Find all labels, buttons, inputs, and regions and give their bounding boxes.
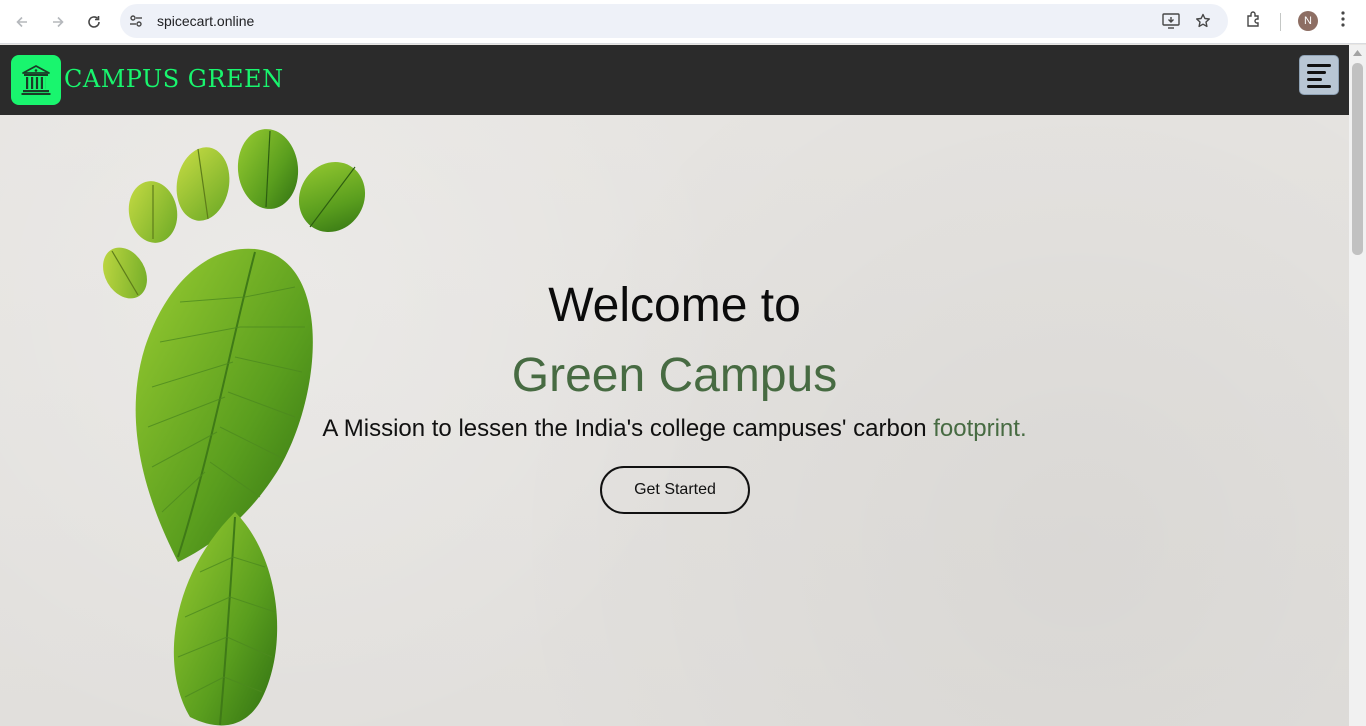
more-menu-icon[interactable] [1337, 10, 1349, 33]
hero-title: Green Campus [511, 349, 838, 402]
url-text[interactable]: spicecart.online [157, 13, 254, 29]
menu-bar-icon [1307, 85, 1331, 88]
menu-bar-icon [1307, 78, 1322, 81]
hero-mission-text: A Mission to lessen the India's college … [0, 415, 1349, 443]
forward-button[interactable] [45, 9, 71, 35]
site-logo[interactable] [11, 55, 61, 105]
address-bar[interactable]: spicecart.online [120, 4, 1228, 38]
brand-name[interactable]: CAMPUS GREEN [64, 65, 284, 93]
get-started-button[interactable]: Get Started [600, 466, 750, 514]
menu-bar-icon [1307, 71, 1326, 74]
install-app-icon[interactable] [1162, 13, 1180, 34]
campus-building-icon [21, 65, 51, 95]
page-scrollbar[interactable] [1349, 45, 1366, 726]
browser-toolbar: spicecart.online N [0, 0, 1366, 44]
site-navbar: CAMPUS GREEN [0, 45, 1349, 115]
site-info-icon[interactable] [128, 13, 144, 34]
hero-section: Welcome to Green Campus A Mission to les… [0, 115, 1349, 726]
mission-text: A Mission to lessen the India's college … [322, 415, 934, 442]
scrollbar-thumb[interactable] [1352, 63, 1363, 255]
mission-accent-word: footprint. [933, 415, 1027, 442]
profile-avatar[interactable]: N [1298, 11, 1318, 31]
back-button[interactable] [9, 9, 35, 35]
scroll-up-arrow-icon[interactable] [1353, 50, 1362, 56]
extensions-icon[interactable] [1245, 10, 1263, 33]
page-viewport: CAMPUS GREEN Welcome to Green Campus A M… [0, 45, 1349, 726]
reload-icon [88, 16, 100, 28]
toolbar-divider [1280, 13, 1281, 31]
hamburger-menu-button[interactable] [1299, 55, 1339, 95]
menu-bar-icon [1307, 64, 1331, 67]
hero-welcome-heading: Welcome to [548, 279, 801, 332]
reload-button[interactable] [81, 9, 107, 35]
bookmark-star-icon[interactable] [1195, 13, 1211, 34]
back-arrow-icon [16, 16, 27, 28]
forward-arrow-icon [53, 16, 64, 28]
